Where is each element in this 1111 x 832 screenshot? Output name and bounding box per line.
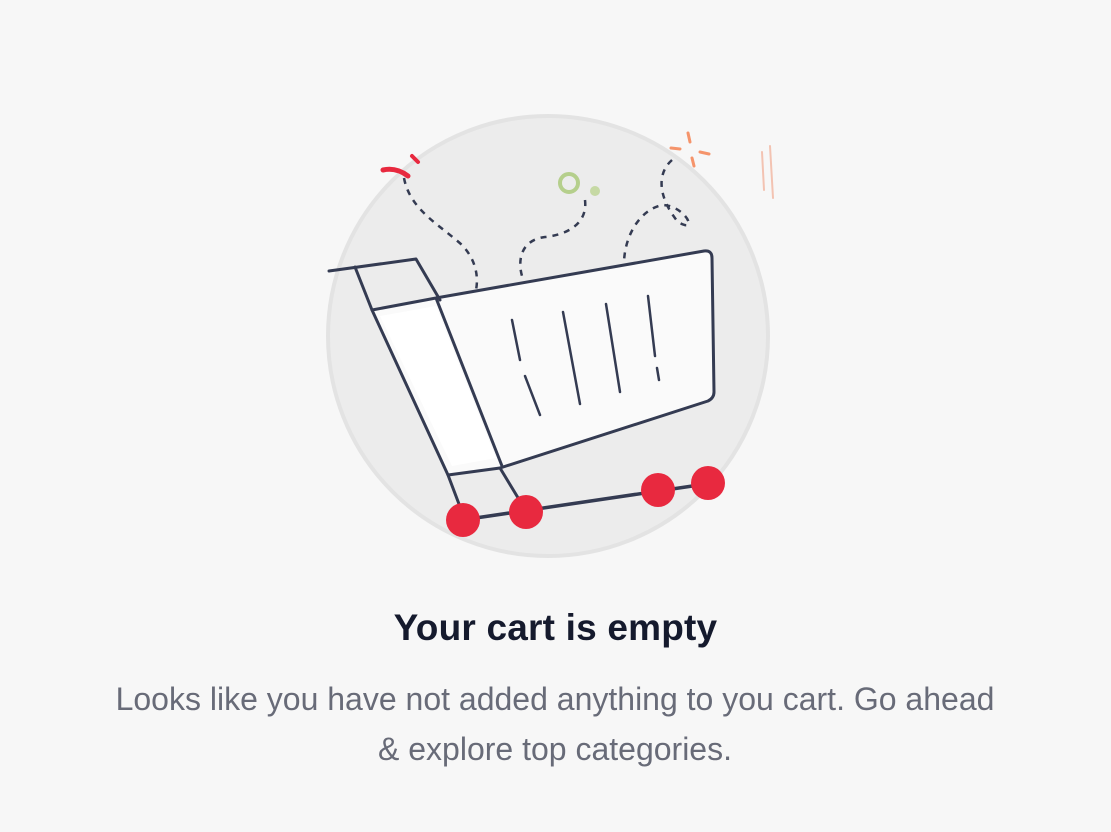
cart-wheel	[641, 473, 675, 507]
empty-cart-illustration	[326, 114, 774, 558]
empty-cart-page: Your cart is empty Looks like you have n…	[0, 0, 1111, 832]
empty-cart-title: Your cart is empty	[393, 607, 718, 648]
cart-wheel	[446, 503, 480, 537]
empty-cart-message: Looks like you have not added anything t…	[115, 681, 995, 767]
green-dot-decoration	[590, 186, 600, 196]
cart-wheel	[691, 466, 725, 500]
motion-lines-decoration	[761, 145, 774, 199]
cart-wheel	[509, 495, 543, 529]
